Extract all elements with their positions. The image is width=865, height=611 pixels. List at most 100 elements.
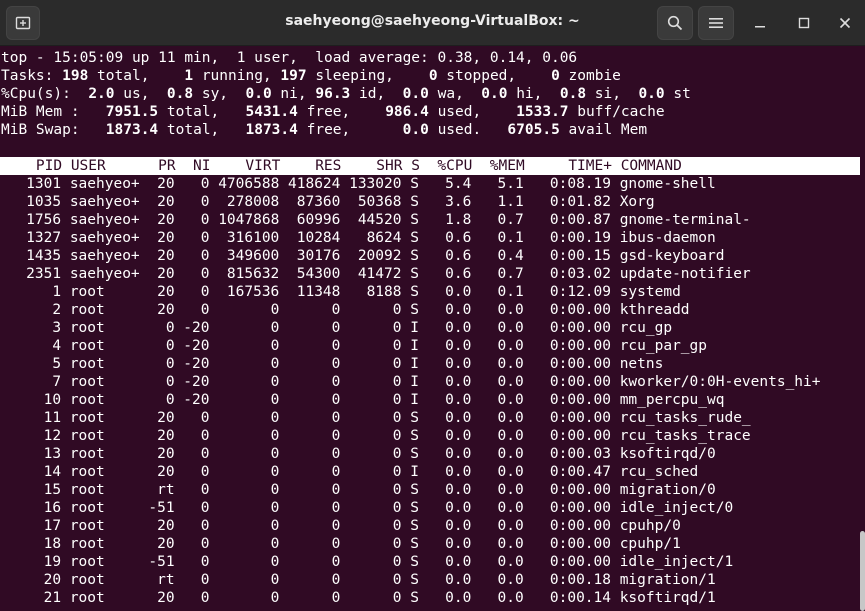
process-row: 20 root rt 0 0 0 0 S 0.0 0.0 0:00.18 migration/1 — [0, 571, 860, 589]
cell-res: 0 — [331, 428, 341, 444]
cell-command: migration/1 — [619, 572, 716, 588]
cell-user: root — [69, 338, 105, 354]
cell-time: 0:00.47 — [549, 464, 611, 480]
cell-res: 418624 — [288, 176, 341, 192]
cell-pr: 20 — [157, 464, 175, 480]
tasks-zombie: 0 — [551, 68, 560, 84]
cell-pr: 20 — [157, 284, 175, 300]
cell-cpu: 0.0 — [445, 554, 472, 570]
process-row: 18 root 20 0 0 0 0 S 0.0 0.0 0:00.00 cpuhp/1 — [0, 535, 860, 553]
cell-command: systemd — [619, 284, 681, 300]
cell-command: Xorg — [619, 194, 655, 210]
cell-mem: 0.0 — [497, 302, 524, 318]
cell-pid: 10 — [43, 392, 62, 408]
cell-shr: 0 — [392, 410, 402, 426]
cell-res: 0 — [331, 518, 341, 534]
header-pid: PID — [35, 158, 63, 174]
cell-time: 0:00.00 — [549, 356, 611, 372]
process-row: 17 root 20 0 0 0 0 S 0.0 0.0 0:00.00 cpuhp/0 — [0, 517, 860, 535]
header-virt: VIRT — [245, 158, 281, 174]
cell-ni: 0 — [200, 446, 210, 462]
cell-pid: 11 — [43, 410, 62, 426]
cell-command: rcu_tasks_trace — [619, 428, 751, 444]
cell-mem: 0.0 — [497, 536, 524, 552]
cell-state: I — [410, 464, 419, 480]
cell-command: cpuhp/0 — [619, 518, 681, 534]
cell-time: 0:00.00 — [549, 536, 611, 552]
cell-virt: 0 — [270, 320, 280, 336]
cell-res: 0 — [331, 554, 341, 570]
process-row: 21 root 20 0 0 0 0 S 0.0 0.0 0:00.14 ksoftirqd/1 — [0, 589, 860, 607]
cpu-si: 0.8 — [559, 86, 587, 102]
cell-pr: 20 — [157, 248, 175, 264]
cell-mem: 0.0 — [497, 446, 524, 462]
cell-mem: 0.0 — [497, 590, 524, 606]
cell-ni: 0 — [200, 194, 210, 210]
cell-virt: 0 — [270, 302, 280, 318]
cell-command: gsd-keyboard — [619, 248, 725, 264]
cell-time: 0:00.00 — [549, 338, 611, 354]
cell-mem: 0.0 — [497, 482, 524, 498]
cell-cpu: 0.0 — [445, 374, 472, 390]
process-row: 1327 saehyeo+ 20 0 316100 10284 8624 S 0.6 0.1 0:0… — [0, 229, 860, 247]
cell-mem: 0.0 — [497, 374, 524, 390]
cell-pid: 18 — [43, 536, 62, 552]
cell-res: 0 — [331, 446, 341, 462]
header-cpu: %CPU — [437, 158, 473, 174]
cell-ni: 0 — [200, 428, 210, 444]
cell-command: rcu_par_gp — [619, 338, 708, 354]
cell-time: 0:00.00 — [549, 500, 611, 516]
cell-user: saehyeo+ — [69, 194, 140, 210]
scrollbar-thumb[interactable] — [860, 531, 865, 611]
cell-state: S — [410, 410, 419, 426]
cell-time: 0:01.82 — [549, 194, 611, 210]
cell-time: 0:08.19 — [549, 176, 611, 192]
close-button[interactable] — [834, 12, 856, 34]
cell-state: S — [410, 212, 419, 228]
cell-virt: 278008 — [226, 194, 280, 210]
cell-time: 0:00.00 — [549, 410, 611, 426]
cell-ni: 0 — [200, 230, 210, 246]
cell-ni: -20 — [183, 320, 210, 336]
cell-user: root — [69, 590, 105, 606]
mem-free: 5431.4 — [245, 104, 298, 120]
cell-pr: 20 — [157, 212, 175, 228]
cell-shr: 0 — [392, 320, 402, 336]
cell-state: S — [410, 176, 419, 192]
process-row: 16 root -51 0 0 0 0 S 0.0 0.0 0:00.00 idle_inject/0 — [0, 499, 860, 517]
cell-user: root — [69, 464, 105, 480]
hamburger-menu-icon — [709, 18, 723, 28]
cell-time: 0:00.00 — [549, 320, 611, 336]
cell-state: S — [410, 230, 419, 246]
menu-button[interactable] — [698, 6, 734, 40]
search-button[interactable] — [657, 6, 693, 40]
cell-cpu: 0.0 — [445, 410, 472, 426]
mem-line: MiB Mem : 7951.5 total, 5431.4 free, 986… — [1, 104, 665, 120]
cell-shr: 0 — [392, 464, 402, 480]
cell-state: S — [410, 500, 419, 516]
cell-virt: 0 — [270, 374, 280, 390]
cell-virt: 0 — [270, 590, 280, 606]
cell-cpu: 3.6 — [445, 194, 472, 210]
cell-virt: 0 — [270, 572, 280, 588]
maximize-button[interactable] — [793, 12, 815, 34]
cell-cpu: 5.4 — [445, 176, 472, 192]
cell-command: update-notifier — [619, 266, 751, 282]
header-state: S — [411, 158, 420, 174]
cell-shr: 0 — [392, 446, 402, 462]
cell-command: cpuhp/1 — [619, 536, 681, 552]
cell-virt: 4706588 — [218, 176, 280, 192]
cell-shr: 0 — [392, 500, 402, 516]
cell-state: S — [410, 194, 419, 210]
cell-user: root — [69, 554, 105, 570]
cell-user: root — [69, 392, 105, 408]
process-row: 1 root 20 0 167536 11348 8188 S 0.0 0.1 0:12.09 sys… — [0, 283, 860, 301]
cell-pid: 12 — [43, 428, 62, 444]
cell-cpu: 0.0 — [445, 572, 472, 588]
minimize-button[interactable] — [749, 12, 771, 34]
cell-pr: 20 — [157, 230, 175, 246]
terminal-output[interactable]: top - 15:05:09 up 11 min, 1 user, load a… — [0, 49, 860, 611]
cell-mem: 0.0 — [497, 356, 524, 372]
cell-user: root — [69, 410, 105, 426]
cell-time: 0:00.14 — [549, 590, 611, 606]
